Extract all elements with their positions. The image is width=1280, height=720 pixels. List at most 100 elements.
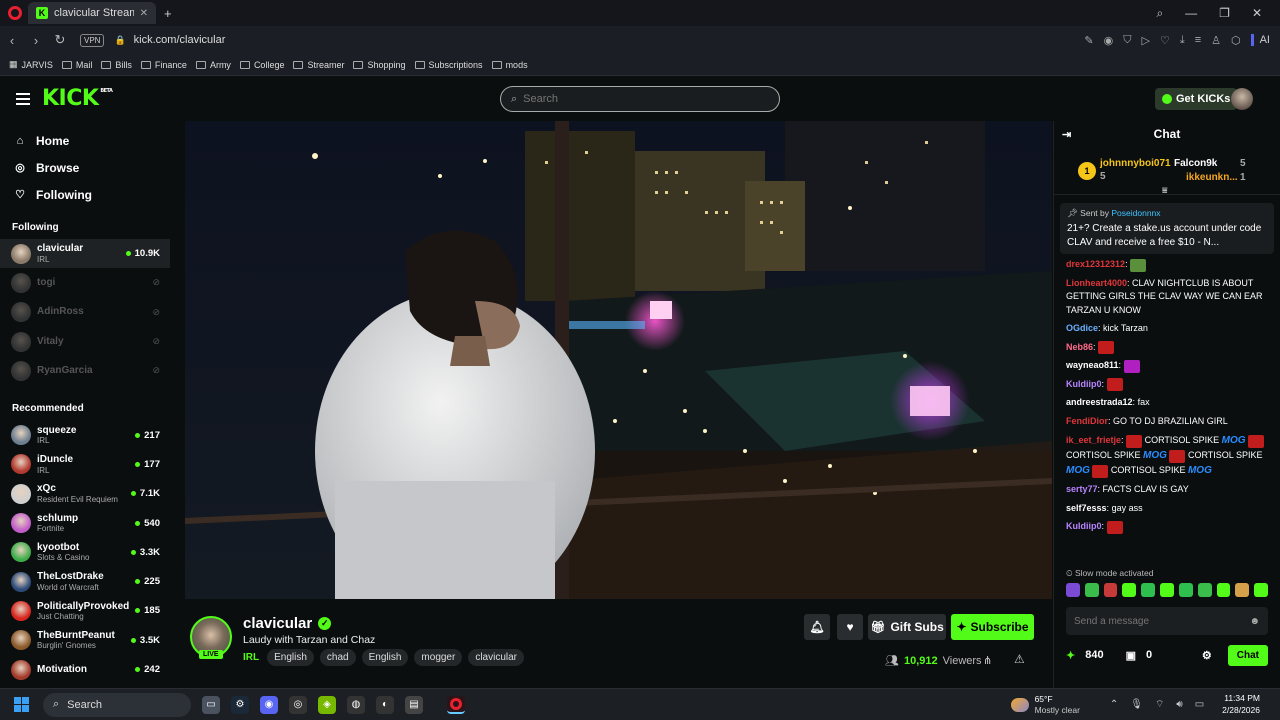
follow-heart-button[interactable]: ♥ bbox=[837, 614, 863, 640]
chat-message[interactable]: serty77: FACTS CLAV IS GAY bbox=[1066, 483, 1268, 497]
bookmark-item[interactable]: ▦ JARVIS bbox=[9, 59, 53, 70]
sidebar-channel[interactable]: squeeze IRL 217 bbox=[0, 420, 170, 449]
emoji-icon[interactable]: ☻ bbox=[1249, 616, 1260, 627]
sidebar-channel[interactable]: schlump Fortnite 540 bbox=[0, 508, 170, 537]
tab-close-icon[interactable]: ✕ bbox=[140, 8, 148, 19]
stream-tag[interactable]: clavicular bbox=[468, 649, 525, 666]
chat-message[interactable]: ik_eet_frietje: CORTISOL SPIKE MOG CORTI… bbox=[1066, 433, 1268, 478]
emote-icon[interactable] bbox=[1103, 583, 1118, 598]
minimize-icon[interactable]: — bbox=[1185, 6, 1197, 21]
gift-count[interactable]: 0 bbox=[1146, 649, 1152, 661]
sidebar-channel[interactable]: PoliticallyProvoked Just Chatting 185 bbox=[0, 596, 170, 625]
obs-icon[interactable]: ◍ bbox=[347, 695, 365, 714]
sidebar-channel[interactable]: kyootbot Slots & Casino 3.3K bbox=[0, 538, 170, 567]
category-link[interactable]: IRL bbox=[243, 652, 259, 663]
chat-message[interactable]: wayneao811: bbox=[1066, 359, 1268, 373]
user-avatar[interactable] bbox=[1231, 88, 1253, 110]
points-count[interactable]: 840 bbox=[1085, 649, 1103, 661]
stream-tag[interactable]: mogger bbox=[414, 649, 463, 666]
sidebar-channel[interactable]: RyanGarcia ⊘ bbox=[0, 356, 170, 385]
chat-message[interactable]: FendiDior: GO TO DJ BRAZILIAN GIRL bbox=[1066, 415, 1268, 429]
kick-logo[interactable]: KICK BETA bbox=[42, 86, 113, 111]
emote-icon[interactable] bbox=[1216, 583, 1231, 598]
url-field[interactable]: kick.com/clavicular bbox=[134, 34, 226, 46]
reload-icon[interactable]: ↻ bbox=[48, 32, 72, 48]
search-bar[interactable]: ⌕ bbox=[500, 86, 780, 112]
search-tabs-icon[interactable]: ⌕ bbox=[1156, 6, 1163, 21]
emote-icon[interactable] bbox=[1235, 583, 1250, 598]
get-kicks-button[interactable]: Get KICKs bbox=[1155, 88, 1238, 110]
emote-icon[interactable] bbox=[1122, 583, 1137, 598]
pinned-user[interactable]: Poseidonnnx bbox=[1111, 208, 1160, 218]
wifi-icon[interactable]: ⌔ bbox=[1155, 698, 1164, 711]
maximize-icon[interactable]: ❐ bbox=[1219, 6, 1230, 21]
notification-bell-button[interactable]: 🔔︎ bbox=[804, 614, 830, 640]
chat-username[interactable]: FendiDior bbox=[1066, 416, 1108, 426]
chat-username[interactable]: Lionheart4000 bbox=[1066, 278, 1127, 288]
sidebar-nav-following[interactable]: ♡ Following bbox=[0, 181, 170, 208]
sidebar-channel[interactable]: Motivation 242 bbox=[0, 655, 170, 684]
emote-icon[interactable] bbox=[1084, 583, 1099, 598]
opera-taskbar-icon[interactable] bbox=[447, 695, 465, 714]
chat-input-box[interactable]: ☻ bbox=[1066, 607, 1268, 636]
chrome-icon[interactable]: ◎ bbox=[289, 695, 307, 714]
browser-tab[interactable]: K clavicular Stream - Wa ✕ bbox=[28, 2, 156, 24]
bookmark-item[interactable]: Bills bbox=[101, 60, 132, 70]
app-icon[interactable]: ◐ bbox=[376, 695, 394, 714]
clock[interactable]: 11:34 PM 2/28/2026 bbox=[1222, 693, 1260, 715]
report-icon[interactable]: ⚠ bbox=[1014, 652, 1025, 666]
sidebar-channel[interactable]: TheLostDrake World of Warcraft 225 bbox=[0, 567, 170, 596]
sidebar-channel[interactable]: Vitaly ⊘ bbox=[0, 327, 170, 356]
edit-icon[interactable]: ✎ bbox=[1084, 34, 1093, 47]
menu-icon[interactable]: ≡ bbox=[1195, 34, 1201, 46]
chat-username[interactable]: wayneao811 bbox=[1066, 360, 1119, 370]
new-tab-button[interactable]: + bbox=[164, 6, 172, 21]
forward-icon[interactable]: › bbox=[24, 33, 48, 48]
microphone-icon[interactable]: 🎙︎ bbox=[1130, 699, 1143, 710]
camera-icon[interactable]: ◉ bbox=[1104, 34, 1114, 47]
steam-icon[interactable]: ⚙ bbox=[231, 695, 249, 714]
stream-tag[interactable]: English bbox=[267, 649, 314, 666]
chevron-up-icon[interactable]: ⌃ bbox=[1110, 699, 1118, 710]
chat-message[interactable]: OGdice: kick Tarzan bbox=[1066, 322, 1268, 336]
chat-message[interactable]: Lionheart4000: CLAV NIGHTCLUB IS ABOUT G… bbox=[1066, 277, 1268, 318]
bookmark-item[interactable]: College bbox=[239, 60, 284, 70]
bookmark-item[interactable]: Streamer bbox=[293, 60, 344, 70]
chat-username[interactable]: Kuldiip0 bbox=[1066, 521, 1102, 531]
stream-tag[interactable]: chad bbox=[319, 649, 356, 666]
send-icon[interactable]: ▷ bbox=[1141, 34, 1149, 47]
back-icon[interactable]: ‹ bbox=[0, 33, 24, 48]
chat-username[interactable]: andreestrada12 bbox=[1066, 397, 1133, 407]
taskbar-search[interactable]: ⌕ Search bbox=[43, 692, 191, 717]
expand-icon[interactable]: ⩸ bbox=[1162, 185, 1167, 196]
opera-logo-icon[interactable] bbox=[8, 6, 22, 20]
chat-username[interactable]: OGdice bbox=[1066, 323, 1098, 333]
gifter-name[interactable]: Falcon9k bbox=[1174, 158, 1217, 169]
bookmark-item[interactable]: Finance bbox=[140, 60, 187, 70]
emote-icon[interactable] bbox=[1254, 583, 1268, 598]
pinned-message[interactable]: 📌︎ Sent by Poseidonnnx 21+? Create a sta… bbox=[1060, 203, 1274, 255]
volume-icon[interactable]: 🔊︎ bbox=[1176, 699, 1182, 710]
chat-username[interactable]: self7esss bbox=[1066, 503, 1107, 513]
profile-icon[interactable]: ♙ bbox=[1211, 34, 1221, 47]
file-explorer-icon[interactable]: ▭ bbox=[202, 695, 220, 714]
sidebar-channel[interactable]: AdinRoss ⊘ bbox=[0, 298, 170, 327]
emote-icon[interactable] bbox=[1178, 583, 1193, 598]
chat-message[interactable]: self7esss: gay ass bbox=[1066, 502, 1268, 516]
chat-username[interactable]: ik_eet_frietje bbox=[1066, 435, 1121, 445]
nvidia-icon[interactable]: ◈ bbox=[318, 695, 336, 714]
chat-message[interactable]: Kuldiip0: bbox=[1066, 520, 1268, 534]
chat-message[interactable]: andreestrada12: fax bbox=[1066, 396, 1268, 410]
chat-username[interactable]: drex12312312 bbox=[1066, 259, 1125, 269]
emote-icon[interactable] bbox=[1160, 583, 1174, 598]
discord-icon[interactable]: ◉ bbox=[260, 695, 278, 714]
subscribe-button[interactable]: ✦ Subscribe bbox=[951, 614, 1034, 640]
windows-start-icon[interactable] bbox=[14, 697, 29, 712]
heart-bookmark-icon[interactable]: ♡ bbox=[1160, 34, 1170, 47]
video-player[interactable] bbox=[185, 121, 1052, 599]
chat-message[interactable]: Neb86: bbox=[1066, 341, 1268, 355]
collapse-chat-icon[interactable]: ⇥ bbox=[1062, 128, 1071, 141]
vpn-badge[interactable]: VPN bbox=[80, 33, 105, 47]
sidebar-channel[interactable]: TheBurntPeanut Burglin' Gnomes 3.5K bbox=[0, 626, 170, 655]
sidebar-nav-browse[interactable]: ◎ Browse bbox=[0, 154, 170, 181]
